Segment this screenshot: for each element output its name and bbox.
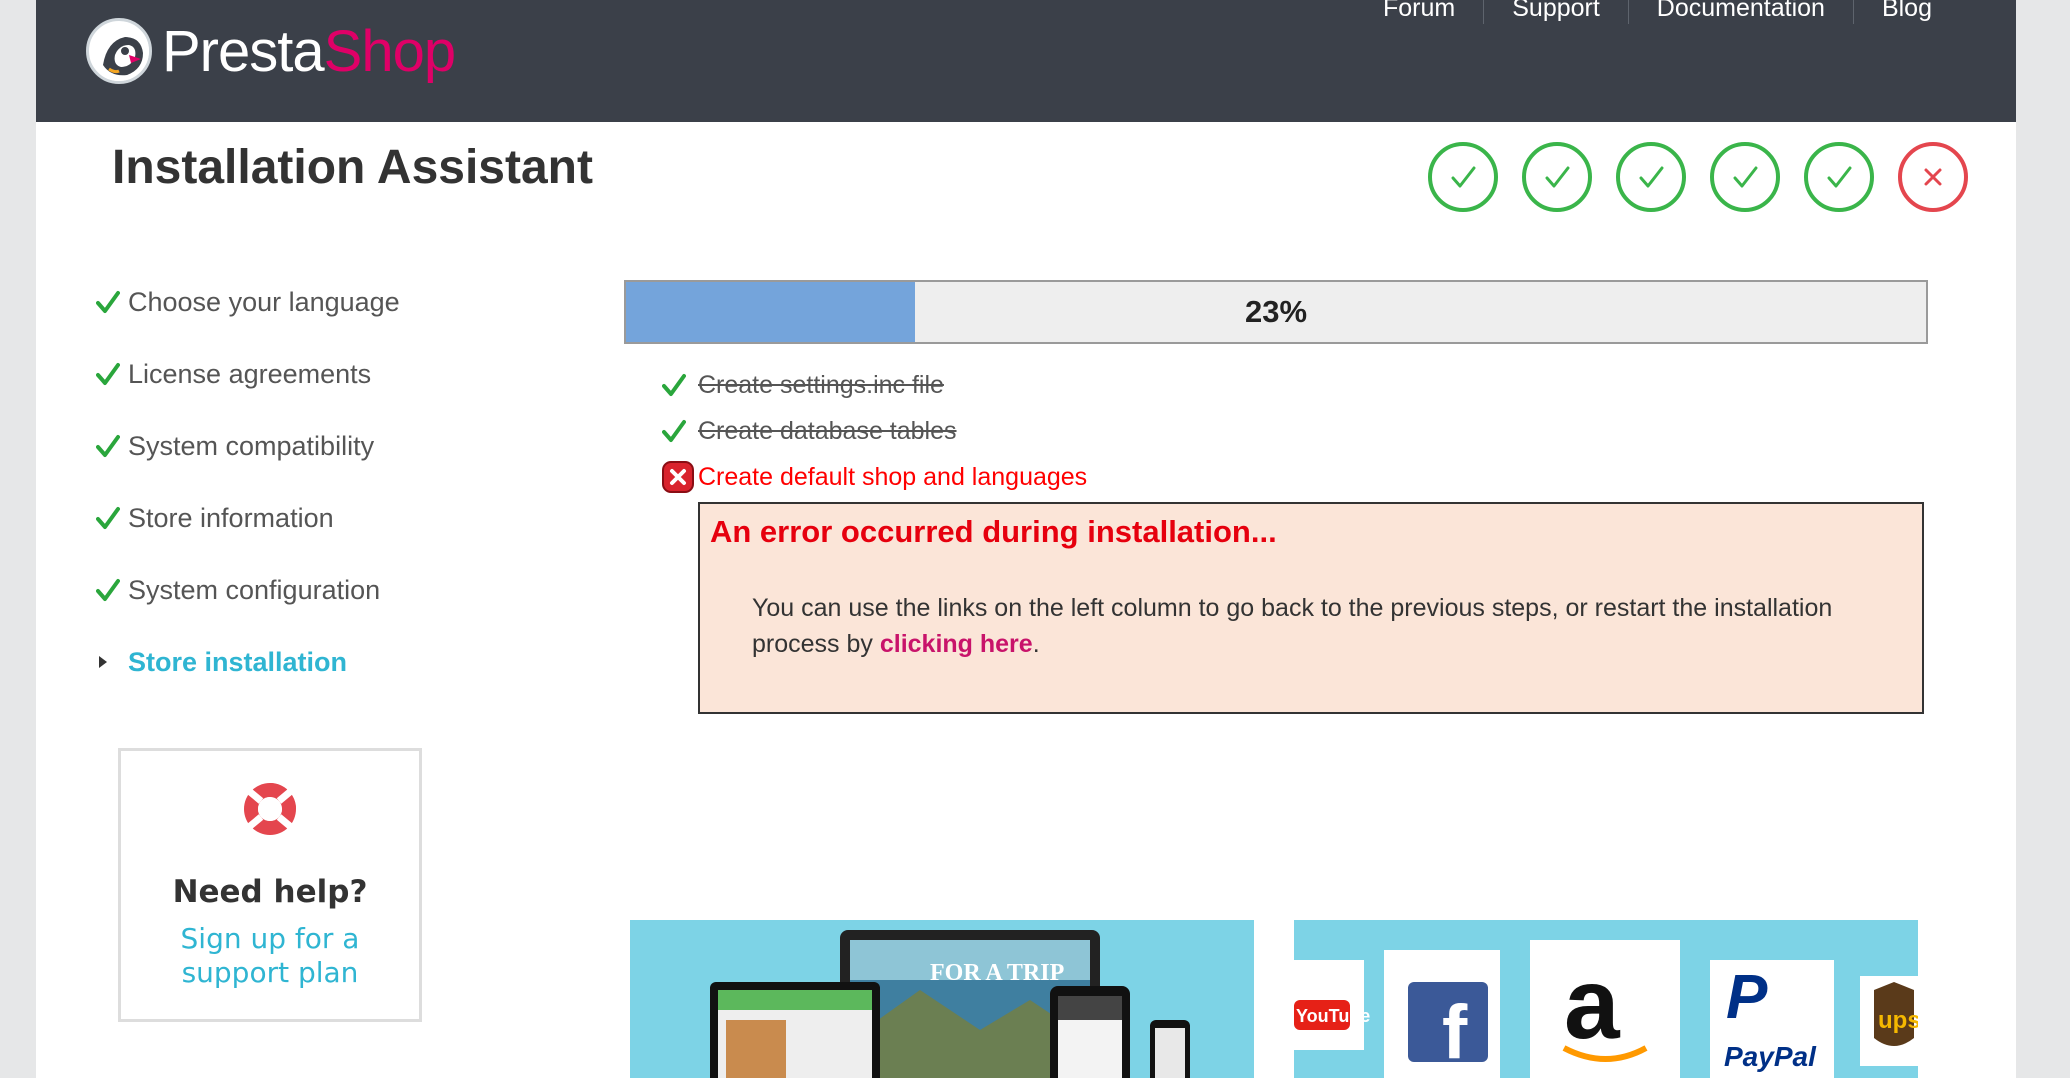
prestashop-logo[interactable]: PrestaShop — [86, 16, 456, 86]
theme-promo-banner[interactable]: FOR A TRIP — [630, 920, 1254, 1078]
task-item: Create database tables — [662, 408, 1087, 454]
svg-text:P: P — [1726, 963, 1768, 1032]
paypal-logo-text: PayPal — [1724, 1041, 1817, 1072]
nav-documentation-link[interactable]: Documentation — [1627, 0, 1853, 24]
top-navigation: Forum Support Documentation Blog — [1355, 0, 1960, 24]
step-complete-icon — [1616, 142, 1686, 212]
restart-installation-link[interactable]: clicking here — [880, 630, 1033, 658]
sidebar-item-system-compatibility[interactable]: System compatibility — [96, 410, 400, 482]
nav-forum-link[interactable]: Forum — [1355, 0, 1483, 24]
caret-right-icon — [96, 654, 128, 670]
sidebar-steps: Choose your language License agreements … — [96, 266, 400, 698]
sidebar-item-label: System configuration — [128, 574, 381, 605]
error-panel: An error occurred during installation...… — [698, 502, 1924, 714]
checkmark-icon — [96, 290, 128, 314]
task-label: Create settings.inc file — [698, 370, 944, 399]
sidebar-item-store-information[interactable]: Store information — [96, 482, 400, 554]
checkmark-icon — [662, 373, 698, 397]
youtube-logo-text: YouTube — [1296, 1006, 1370, 1026]
checkmark-icon — [96, 362, 128, 386]
amazon-logo-text: a — [1564, 948, 1621, 1060]
help-title: Need help? — [172, 874, 368, 910]
nav-support-link[interactable]: Support — [1483, 0, 1628, 24]
banner-trip-text: FOR A TRIP — [930, 960, 1064, 986]
task-label: Create database tables — [698, 416, 957, 445]
install-task-list: Create settings.inc file Create database… — [662, 362, 1087, 500]
lifebuoy-icon — [121, 779, 419, 844]
checkmark-icon — [96, 578, 128, 602]
task-label: Create default shop and languages — [698, 462, 1088, 491]
nav-blog-link[interactable]: Blog — [1852, 0, 1960, 24]
ups-logo-text: ups — [1878, 1007, 1918, 1034]
checkmark-icon — [96, 434, 128, 458]
step-complete-icon — [1522, 142, 1592, 212]
checkmark-icon — [662, 419, 698, 443]
support-plan-link[interactable]: Sign up for a support plan — [170, 922, 370, 990]
error-x-icon — [662, 461, 698, 493]
task-item: Create settings.inc file — [662, 362, 1087, 408]
checkmark-icon — [96, 506, 128, 530]
sidebar-item-label: Choose your language — [128, 286, 400, 317]
error-message: You can use the links on the left column… — [752, 590, 1892, 662]
page: PrestaShop Forum Support Documentation B… — [36, 0, 2016, 1078]
integrations-promo-banner[interactable]: YouTube f a P PayPal ups — [1294, 920, 1918, 1078]
sidebar-item-license[interactable]: License agreements — [96, 338, 400, 410]
install-progress-bar: 23% — [624, 280, 1928, 344]
sidebar-item-label: Store installation — [128, 646, 348, 677]
help-box: Need help? Sign up for a support plan — [118, 748, 422, 1022]
sidebar-item-label: License agreements — [128, 358, 372, 389]
sidebar-item-store-installation[interactable]: Store installation — [96, 626, 400, 698]
brand-name-part2: Shop — [323, 18, 456, 84]
page-title: Installation Assistant — [112, 141, 593, 194]
progress-percent: 23% — [1244, 294, 1308, 329]
brand-wordmark: PrestaShop — [162, 18, 456, 85]
brand-name-part1: Presta — [162, 18, 325, 84]
sidebar-item-choose-language[interactable]: Choose your language — [96, 266, 400, 338]
error-title: An error occurred during installation... — [710, 514, 1277, 549]
header-bar: PrestaShop Forum Support Documentation B… — [36, 0, 2016, 122]
step-complete-icon — [1428, 142, 1498, 212]
step-indicators — [1428, 142, 1968, 212]
sidebar-item-system-configuration[interactable]: System configuration — [96, 554, 400, 626]
task-item: Create default shop and languages — [662, 454, 1087, 500]
facebook-logo-text: f — [1442, 990, 1468, 1075]
step-failed-icon — [1898, 142, 1968, 212]
step-complete-icon — [1710, 142, 1780, 212]
sidebar-item-label: Store information — [128, 502, 334, 533]
puffin-logo-icon — [86, 18, 152, 84]
step-complete-icon — [1804, 142, 1874, 212]
sidebar-item-label: System compatibility — [128, 430, 375, 461]
error-message-end: . — [1032, 630, 1040, 658]
